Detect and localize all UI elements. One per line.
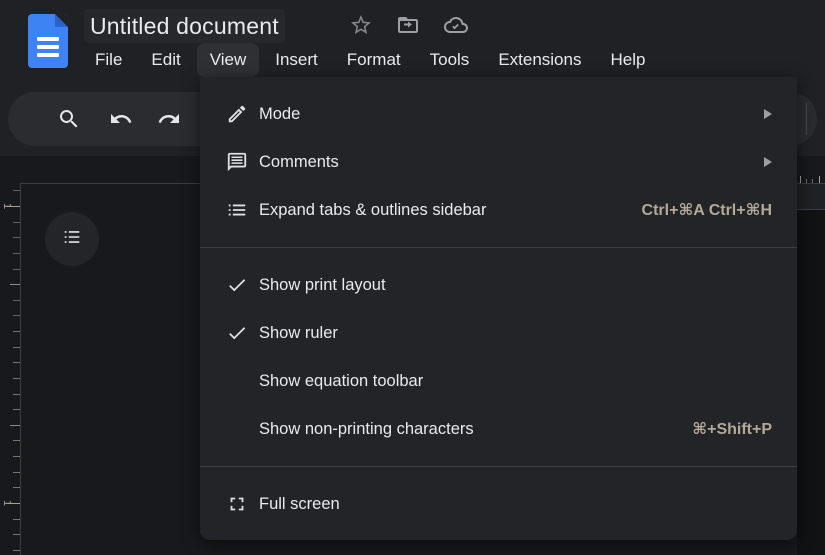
menubar-item-tools[interactable]: Tools [417, 43, 483, 77]
menu-item-mode[interactable]: Mode [200, 90, 797, 138]
submenu-arrow-icon [764, 109, 772, 119]
menu-item-label: Show ruler [259, 324, 772, 343]
google-docs-window: 11 Untitled document FileEditViewInsertF… [0, 0, 825, 555]
menu-item-show-ruler[interactable]: Show ruler [200, 309, 797, 357]
search-icon[interactable] [57, 107, 81, 131]
vertical-ruler-line [20, 183, 21, 555]
menu-separator [200, 466, 797, 467]
ruler-tick [13, 440, 20, 441]
ruler-tick [13, 472, 20, 473]
menubar-item-file[interactable]: File [82, 43, 135, 77]
ruler-tick [13, 378, 20, 379]
ruler-tick [13, 222, 20, 223]
menu-item-label: Show non-printing characters [259, 420, 692, 439]
docs-logo-icon[interactable] [28, 14, 68, 68]
menubar-item-format[interactable]: Format [334, 43, 414, 77]
ruler-tick [13, 550, 20, 551]
ruler-label: 1 [1, 200, 13, 212]
cloud-saved-icon[interactable] [442, 11, 470, 39]
ruler-tick [13, 315, 20, 316]
menu-item-full-screen[interactable]: Full screen [200, 480, 797, 528]
menubar-item-help[interactable]: Help [597, 43, 658, 77]
logo-line [37, 53, 59, 57]
redo-icon[interactable] [157, 107, 181, 131]
menu-item-label: Expand tabs & outlines sidebar [259, 201, 642, 220]
list-icon [225, 198, 249, 222]
menu-item-label: Full screen [259, 495, 772, 514]
submenu-arrow-icon [764, 157, 772, 167]
comment-icon [225, 150, 249, 174]
document-title[interactable]: Untitled document [84, 9, 285, 43]
show-tabs-outlines-button[interactable] [45, 212, 99, 266]
ruler-tick [13, 269, 20, 270]
ruler-tick [13, 331, 20, 332]
ruler-tick [13, 190, 20, 191]
ruler-tick [13, 487, 20, 488]
menubar: FileEditViewInsertFormatToolsExtensionsH… [82, 43, 661, 77]
ruler-tick [13, 456, 20, 457]
ruler-tick [13, 237, 20, 238]
ruler-tick [10, 284, 20, 285]
move-folder-icon[interactable] [394, 11, 422, 39]
ruler-tick [10, 425, 20, 426]
ruler-tick [13, 253, 20, 254]
menu-item-expand-tabs-outlines-sidebar[interactable]: Expand tabs & outlines sidebarCtrl+⌘A Ct… [200, 186, 797, 234]
ruler-tick [13, 409, 20, 410]
ruler-tick [800, 176, 801, 183]
ruler-tick [13, 534, 20, 535]
menubar-item-extensions[interactable]: Extensions [485, 43, 594, 77]
pencil-icon [225, 102, 249, 126]
canvas-right-gutter [797, 210, 825, 555]
menu-item-label: Show print layout [259, 276, 772, 295]
check-icon [225, 273, 249, 297]
undo-icon[interactable] [109, 107, 133, 131]
menu-item-label: Show equation toolbar [259, 372, 772, 391]
menubar-item-insert[interactable]: Insert [262, 43, 331, 77]
menu-item-show-print-layout[interactable]: Show print layout [200, 261, 797, 309]
ruler-tick [13, 394, 20, 395]
ruler-tick [812, 179, 813, 183]
fullscreen-icon [225, 492, 249, 516]
menu-item-spacer [225, 369, 249, 393]
bulleted-list-icon [61, 226, 83, 253]
check-icon [225, 321, 249, 345]
ruler-tick [13, 347, 20, 348]
ruler-tick [806, 179, 807, 183]
star-icon[interactable] [347, 11, 375, 39]
logo-line [37, 45, 59, 49]
menubar-item-view[interactable]: View [197, 43, 260, 77]
menu-item-label: Comments [259, 153, 764, 172]
menu-item-show-equation-toolbar[interactable]: Show equation toolbar [200, 357, 797, 405]
ruler-tick [13, 519, 20, 520]
ruler-tick [13, 300, 20, 301]
menu-item-spacer [225, 417, 249, 441]
ruler-tick [13, 362, 20, 363]
menu-item-show-non-printing-characters[interactable]: Show non-printing characters⌘+Shift+P [200, 405, 797, 453]
menu-item-label: Mode [259, 105, 764, 124]
logo-line [37, 37, 59, 41]
view-menu: Mode Comments Expand tabs & outlines sideb… [200, 77, 797, 540]
page-corner-strip [797, 184, 825, 209]
ruler-label: 1 [1, 497, 13, 509]
menu-item-shortcut: Ctrl+⌘A Ctrl+⌘H [642, 200, 772, 220]
menu-separator [200, 247, 797, 248]
toolbar-divider [806, 103, 807, 135]
menu-item-shortcut: ⌘+Shift+P [692, 419, 772, 439]
ruler-tick [819, 176, 820, 183]
menubar-item-edit[interactable]: Edit [138, 43, 193, 77]
menu-item-comments[interactable]: Comments [200, 138, 797, 186]
